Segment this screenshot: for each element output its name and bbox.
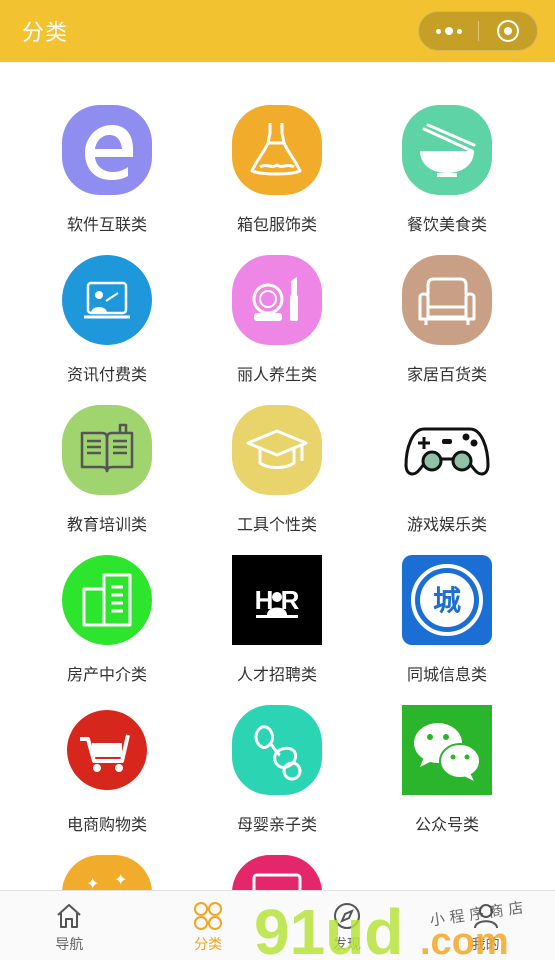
header-bar: 分类 [0,0,555,62]
category-beauty[interactable]: 丽人养生类 [192,255,362,405]
category-label: 资讯付费类 [66,365,147,384]
category-software[interactable]: 软件互联类 [22,105,192,255]
wechat-icon [402,705,492,795]
category-realestate[interactable]: 房产中介类 [22,555,192,705]
pacifier-icon [232,705,322,795]
category-label: 房产中介类 [66,665,147,684]
category-label: 同城信息类 [406,665,487,684]
bowl-icon [402,105,492,195]
tab-discover[interactable]: 发现 [278,891,417,960]
cart-icon [62,705,152,795]
home-icon [57,904,82,928]
category-grid: 软件互联类 箱包服饰类 餐饮美食类 资讯付费类 丽人养生类 家居百货类 教育培训… [22,105,533,960]
close-button[interactable] [479,12,537,50]
svg-text:✦: ✦ [114,870,127,889]
category-fashion[interactable]: 箱包服饰类 [192,105,362,255]
gamepad-icon [402,405,492,495]
edge-icon [62,105,152,195]
category-games[interactable]: 游戏娱乐类 [362,405,532,555]
category-label: 丽人养生类 [236,365,317,384]
category-tools[interactable]: 工具个性类 [192,405,362,555]
category-food[interactable]: 餐饮美食类 [362,105,532,255]
category-official-accounts[interactable]: 公众号类 [362,705,532,855]
compass-icon [333,903,360,929]
sofa-icon [402,255,492,345]
miniprogram-capsule [418,11,538,51]
category-education[interactable]: 教育培训类 [22,405,192,555]
category-local[interactable]: 城 同城信息类 [362,555,532,705]
close-target-icon [496,20,519,42]
category-label: 箱包服饰类 [236,215,317,234]
category-baby[interactable]: 母婴亲子类 [192,705,362,855]
page-title: 分类 [22,21,69,46]
category-label: 公众号类 [414,815,479,834]
city-icon: 城 [402,555,492,645]
category-news[interactable]: 资讯付费类 [22,255,192,405]
tab-label: 我的 [471,937,500,953]
book-icon [62,405,152,495]
category-label: 工具个性类 [236,515,317,534]
tab-label: 导航 [55,937,84,953]
category-label: 电商购物类 [66,815,147,834]
category-shopping[interactable]: 电商购物类 [22,705,192,855]
category-label: 家居百货类 [406,365,487,384]
tab-label: 分类 [194,937,223,953]
user-icon [473,904,498,929]
tab-mine[interactable]: 我的 [416,891,555,960]
hr-icon: H R [232,555,322,645]
dress-icon [232,105,322,195]
tab-bar: 导航 分类 发现 我的 [0,890,555,960]
category-jobs[interactable]: H R 人才招聘类 [192,555,362,705]
category-home[interactable]: 家居百货类 [362,255,532,405]
category-label: 母婴亲子类 [236,815,317,834]
tab-category[interactable]: 分类 [139,891,278,960]
building-icon [62,555,152,645]
category-label: 软件互联类 [66,215,147,234]
tab-label: 发现 [332,937,361,953]
graduation-cap-icon [232,405,322,495]
cosmetics-icon [232,255,322,345]
presentation-icon [62,255,152,345]
grid-icon [194,902,223,930]
category-label: 游戏娱乐类 [406,515,487,534]
tab-navigation[interactable]: 导航 [0,891,139,960]
more-button[interactable] [419,12,478,50]
svg-text:城: 城 [433,584,461,617]
category-label: 人才招聘类 [236,665,317,684]
category-label: 餐饮美食类 [406,215,487,234]
category-label: 教育培训类 [66,515,147,534]
